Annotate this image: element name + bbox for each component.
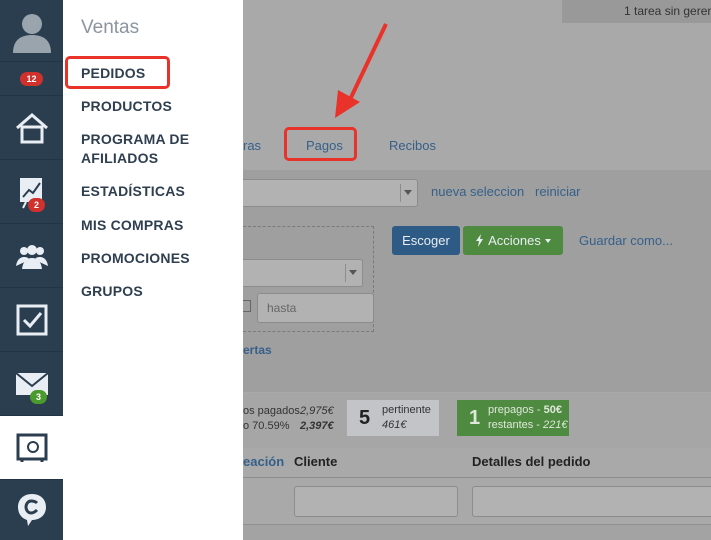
client-filter-input[interactable]	[294, 486, 458, 517]
paid-value: 2,975€	[300, 405, 334, 417]
actions-button[interactable]: Acciones	[463, 226, 563, 255]
user-avatar-icon	[12, 13, 51, 53]
lightning-icon	[476, 234, 484, 247]
remaining-value: 221€	[543, 419, 568, 431]
task-status-bar[interactable]: 1 tarea sin gerente	[562, 0, 711, 23]
remaining-line: restantes - 221€	[488, 419, 568, 431]
orders-table-header: eación Cliente Detalles del pedido	[243, 448, 711, 478]
prepaid-count: 1	[469, 407, 481, 429]
actions-label: Acciones	[488, 233, 541, 248]
rail-chat[interactable]	[0, 480, 63, 540]
chevron-down-icon	[349, 270, 357, 275]
checkbox-icon	[16, 304, 47, 335]
chevron-down-icon	[404, 190, 412, 195]
rail-sales-active[interactable]	[0, 416, 63, 480]
calendar-icon[interactable]	[243, 300, 251, 312]
pertinent-box[interactable]: 5 pertinente 461€	[347, 400, 439, 436]
filter-dropdown[interactable]	[243, 259, 363, 287]
annotation-arrow-icon	[335, 23, 388, 118]
pertinent-label: pertinente	[382, 404, 431, 416]
safe-icon	[16, 433, 47, 462]
prepaid-label: prepagos -	[488, 404, 541, 416]
new-selection-link[interactable]: nueva seleccion	[431, 184, 524, 199]
menu-item-productos[interactable]: PRODUCTOS	[81, 97, 172, 116]
menu-item-grupos[interactable]: GRUPOS	[81, 282, 143, 301]
column-client[interactable]: Cliente	[294, 454, 337, 469]
hasta-date-input[interactable]: hasta	[257, 293, 374, 323]
alerts-link[interactable]: ertas	[243, 343, 272, 357]
rail-stats[interactable]: 2	[0, 160, 63, 224]
group-icon	[15, 244, 48, 269]
menu-item-estadisticas[interactable]: ESTADÍSTICAS	[81, 182, 185, 201]
caret-down-icon	[544, 238, 551, 243]
rail-home[interactable]	[0, 96, 63, 160]
table-row	[243, 524, 711, 540]
prepaid-value: 50€	[543, 404, 563, 416]
tab-recibos[interactable]: Recibos	[389, 138, 436, 153]
selection-dropdown[interactable]	[243, 179, 418, 207]
column-creation[interactable]: eación	[243, 454, 284, 469]
menu-item-pedidos[interactable]: PEDIDOS	[81, 64, 145, 83]
pertinent-value: 461€	[382, 419, 407, 431]
prepaid-line: prepagos - 50€	[488, 404, 562, 416]
percent-label: o 70.59%	[243, 420, 290, 432]
column-order-details[interactable]: Detalles del pedido	[472, 454, 590, 469]
home-icon	[15, 112, 48, 143]
rail-profile[interactable]	[0, 0, 63, 62]
rail-users[interactable]	[0, 224, 63, 288]
reset-link[interactable]: reiniciar	[535, 184, 581, 199]
flyout-title: Ventas	[81, 17, 140, 38]
notifications-badge: 12	[20, 71, 43, 86]
tab-partial[interactable]: ras	[243, 138, 261, 153]
pertinent-count: 5	[359, 407, 371, 429]
percent-value: 2,397€	[300, 420, 334, 432]
chat-logo-icon	[17, 494, 46, 526]
paid-label: os pagados	[243, 405, 300, 417]
remaining-label: restantes -	[488, 419, 540, 431]
stats-badge: 2	[28, 198, 46, 212]
highlight-box-pagos	[284, 127, 357, 161]
menu-item-afiliados[interactable]: PROGRAMA DE AFILIADOS	[81, 130, 211, 168]
rail-tasks[interactable]	[0, 288, 63, 352]
mail-badge: 3	[30, 390, 48, 404]
rail-notifications[interactable]: 12	[0, 62, 63, 96]
save-as-link[interactable]: Guardar como...	[579, 233, 673, 248]
icon-rail: 12 2 3	[0, 0, 63, 540]
prepaid-box[interactable]: 1 prepagos - 50€ restantes - 221€	[457, 400, 569, 436]
order-details-filter-input[interactable]	[472, 486, 711, 517]
menu-item-promociones[interactable]: PROMOCIONES	[81, 249, 190, 268]
sales-flyout-menu: Ventas PEDIDOS PRODUCTOS PROGRAMA DE AFI…	[63, 0, 243, 540]
menu-item-mis-compras[interactable]: MIS COMPRAS	[81, 216, 184, 235]
choose-button[interactable]: Escoger	[392, 226, 460, 255]
rail-mail[interactable]: 3	[0, 352, 63, 416]
